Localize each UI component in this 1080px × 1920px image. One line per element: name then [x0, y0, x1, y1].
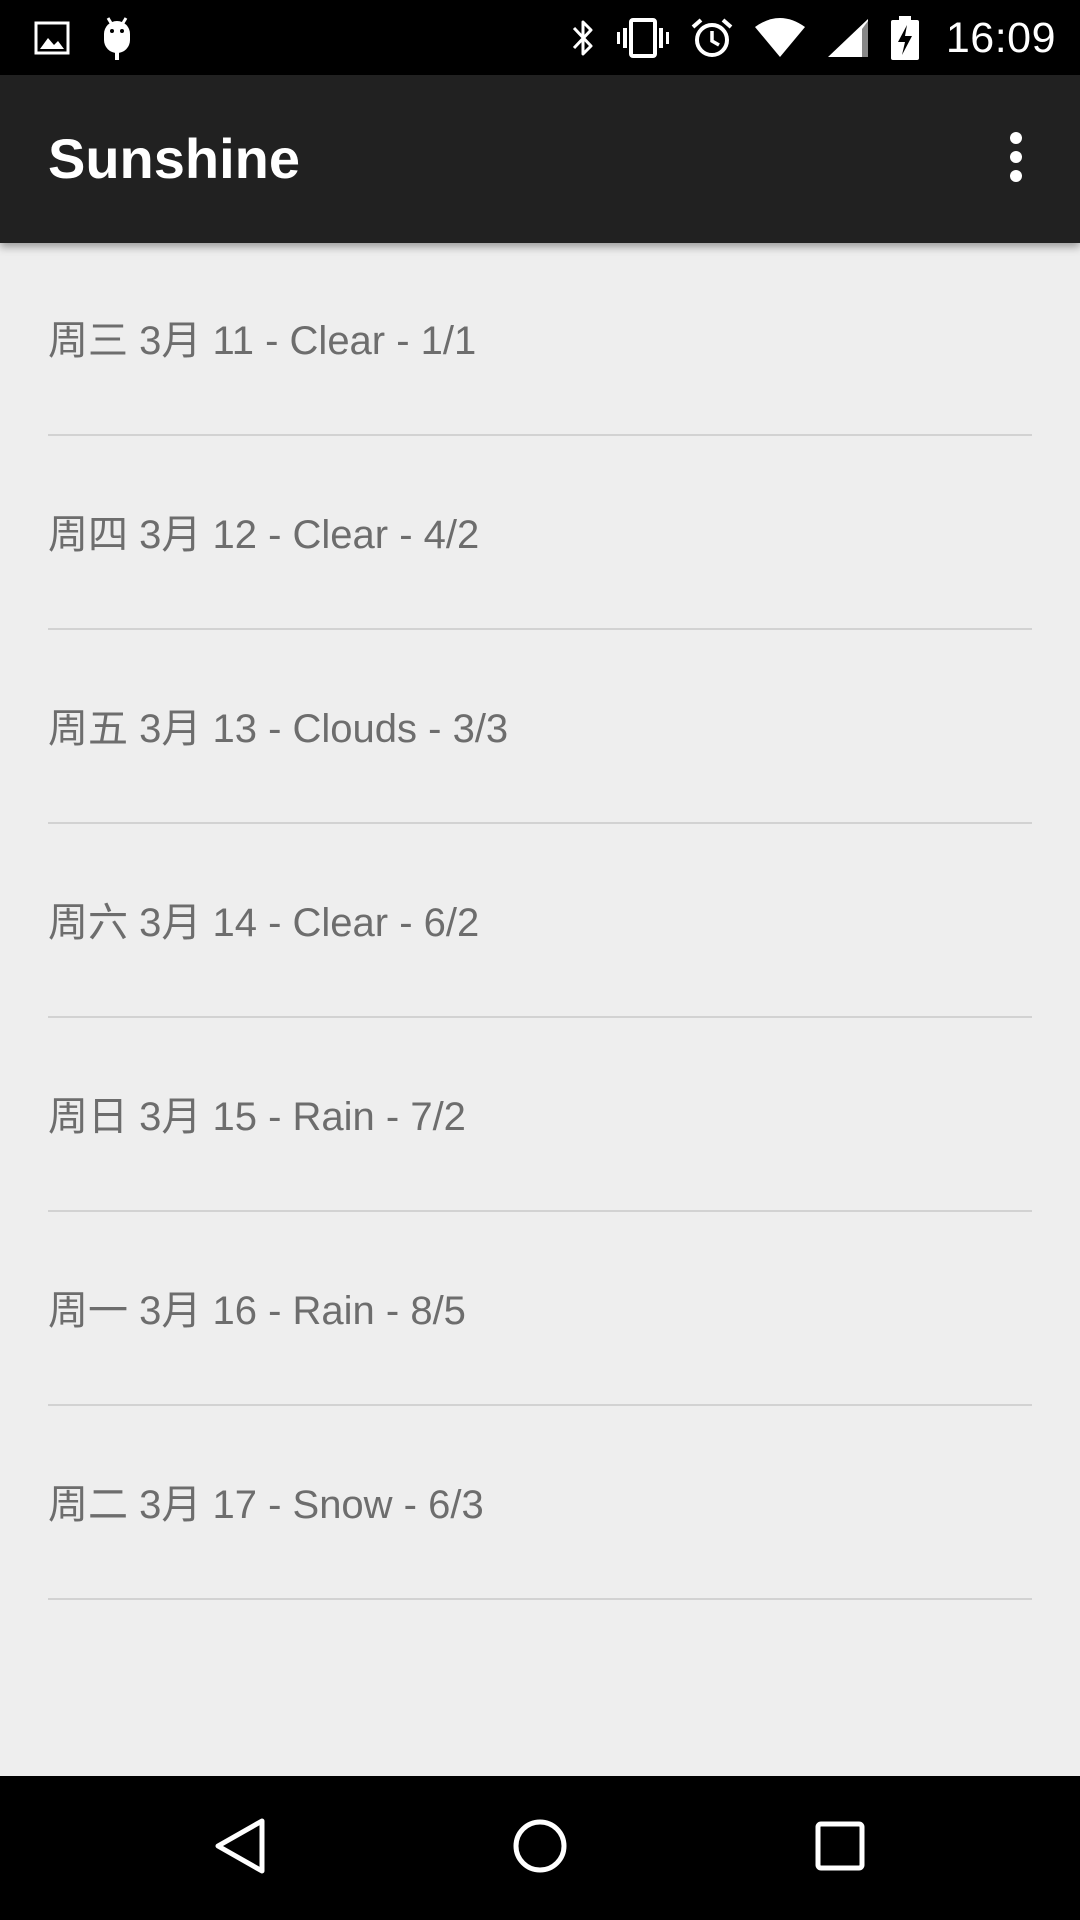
vibrate-icon	[616, 17, 670, 59]
forecast-item-label: 周一 3月 16 - Rain - 8/5	[48, 1289, 466, 1333]
bluetooth-icon	[570, 17, 596, 59]
navigation-bar	[0, 1776, 1080, 1920]
forecast-list-item[interactable]: 周六 3月 14 - Clear - 6/2	[48, 825, 1032, 1018]
wifi-icon	[754, 17, 806, 59]
status-bar-left	[34, 14, 134, 62]
forecast-list-item[interactable]: 周五 3月 13 - Clouds - 3/3	[48, 631, 1032, 824]
status-bar: 16:09	[0, 0, 1080, 75]
overflow-menu-icon	[1008, 131, 1024, 187]
forecast-item-label: 周五 3月 13 - Clouds - 3/3	[48, 707, 509, 751]
status-bar-right: 16:09	[570, 10, 1056, 66]
app-bar: Sunshine	[0, 75, 1080, 243]
forecast-item-label: 周二 3月 17 - Snow - 6/3	[48, 1483, 484, 1527]
android-debug-icon	[100, 14, 134, 62]
overflow-menu-button[interactable]	[970, 113, 1062, 205]
forecast-content: 周三 3月 11 - Clear - 1/1 周四 3月 12 - Clear …	[0, 243, 1080, 1776]
forecast-item-label: 周三 3月 11 - Clear - 1/1	[48, 319, 477, 363]
forecast-list-item[interactable]: 周四 3月 12 - Clear - 4/2	[48, 437, 1032, 630]
forecast-list-item[interactable]: 周三 3月 11 - Clear - 1/1	[48, 243, 1032, 436]
back-icon	[212, 1816, 268, 1880]
battery-charging-icon	[890, 15, 920, 61]
forecast-list-item[interactable]: 周一 3月 16 - Rain - 8/5	[48, 1213, 1032, 1406]
status-clock: 16:09	[945, 13, 1056, 62]
home-icon	[512, 1818, 568, 1878]
recents-button[interactable]	[760, 1776, 920, 1920]
forecast-list-item[interactable]: 周二 3月 17 - Snow - 6/3	[48, 1407, 1032, 1600]
recents-icon	[814, 1820, 866, 1876]
picture-icon	[34, 21, 70, 55]
alarm-icon	[690, 16, 734, 60]
home-button[interactable]	[460, 1776, 620, 1920]
forecast-item-label: 周日 3月 15 - Rain - 7/2	[48, 1095, 466, 1139]
forecast-item-label: 周六 3月 14 - Clear - 6/2	[48, 901, 480, 945]
cell-signal-icon	[826, 17, 870, 59]
forecast-list-item[interactable]: 周日 3月 15 - Rain - 7/2	[48, 1019, 1032, 1212]
back-button[interactable]	[160, 1776, 320, 1920]
app-title: Sunshine	[48, 127, 301, 190]
forecast-item-label: 周四 3月 12 - Clear - 4/2	[48, 513, 480, 557]
